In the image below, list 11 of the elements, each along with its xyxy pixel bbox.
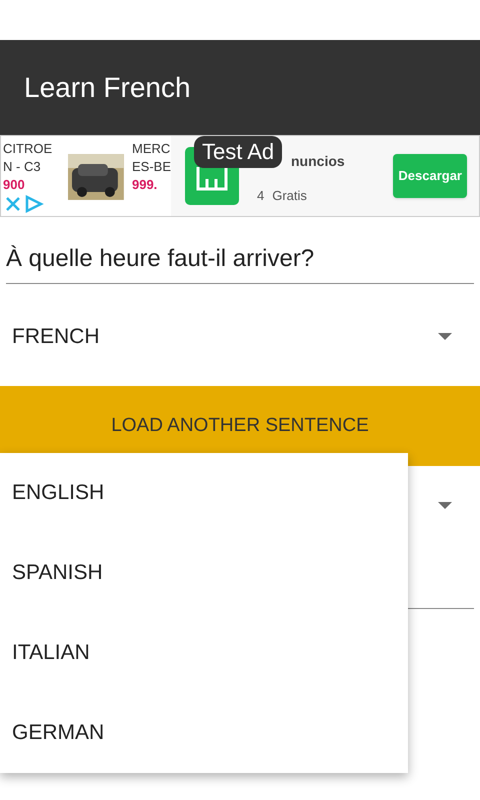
test-ad-badge: Test Ad [194,136,282,168]
ad-listing-price: 999. [132,176,158,194]
ad-listing-title: CITROE [3,140,52,158]
ad-listing-title: MERC [132,140,171,158]
ad-app-price: Gratis [272,186,307,205]
app-title: Learn French [24,70,191,104]
ad-listing-price: 900 [3,176,26,194]
ad-listing-title: ES-BE [132,158,171,176]
ad-listing-title: N - C3 [3,158,42,176]
ad-app-rating: 4 [257,186,264,205]
ad-app-name: nuncios [291,152,346,171]
